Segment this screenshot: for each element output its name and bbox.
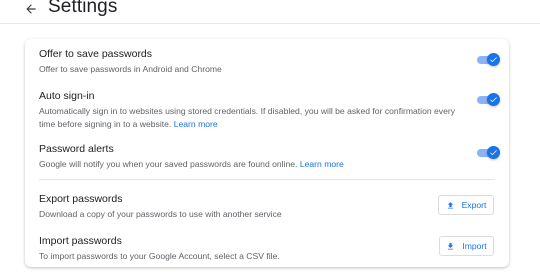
- auto-sign-in-description: Automatically sign in to websites using …: [39, 105, 499, 130]
- top-bar: Settings: [0, 0, 540, 24]
- auto-sign-in-title: Auto sign-in: [39, 90, 95, 102]
- auto-sign-in-learn-more-link[interactable]: Learn more: [174, 119, 218, 129]
- auto-sign-in-row: Auto sign-in Automatically sign in to we…: [39, 90, 500, 130]
- toggle-knob: [487, 146, 500, 159]
- offer-to-save-toggle[interactable]: [477, 53, 500, 66]
- password-alerts-title: Password alerts: [39, 143, 114, 155]
- import-passwords-row: Import passwords To import passwords to …: [39, 235, 499, 263]
- section-divider: [39, 179, 495, 180]
- export-passwords-title: Export passwords: [39, 193, 123, 205]
- settings-card: Offer to save passwords Offer to save pa…: [25, 39, 509, 267]
- export-button-label: Export: [461, 200, 487, 210]
- page-title: Settings: [48, 0, 118, 17]
- export-button[interactable]: Export: [438, 195, 494, 215]
- arrow-back-icon: [26, 4, 36, 14]
- toggle-knob: [487, 93, 500, 106]
- import-button-label: Import: [462, 241, 487, 251]
- export-passwords-description: Download a copy of your passwords to use…: [39, 209, 282, 219]
- import-button[interactable]: Import: [439, 236, 494, 256]
- auto-sign-in-description-line2: time before signing in to a website.: [39, 118, 172, 129]
- offer-to-save-row: Offer to save passwords Offer to save pa…: [39, 48, 500, 76]
- import-passwords-description: To import passwords to your Google Accou…: [39, 251, 280, 261]
- offer-to-save-title: Offer to save passwords: [39, 48, 153, 60]
- password-alerts-description: Google will notify you when your saved p…: [39, 158, 499, 171]
- checkmark-icon: [490, 97, 497, 103]
- password-alerts-row: Password alerts Google will notify you w…: [39, 143, 500, 171]
- download-icon: [448, 242, 454, 249]
- back-button[interactable]: [20, 0, 42, 18]
- import-passwords-title: Import passwords: [39, 235, 122, 247]
- password-alerts-toggle[interactable]: [477, 146, 500, 159]
- password-alerts-description-text: Google will notify you when your saved p…: [39, 159, 298, 169]
- checkmark-icon: [490, 57, 497, 63]
- upload-icon: [447, 201, 453, 208]
- auto-sign-in-description-line1: Automatically sign in to websites using …: [39, 106, 456, 116]
- password-alerts-learn-more-link[interactable]: Learn more: [300, 159, 344, 169]
- offer-to-save-description: Offer to save passwords in Android and C…: [39, 64, 222, 74]
- auto-sign-in-toggle[interactable]: [477, 93, 500, 106]
- toggle-knob: [487, 53, 500, 66]
- checkmark-icon: [490, 150, 497, 156]
- export-passwords-row: Export passwords Download a copy of your…: [39, 193, 499, 221]
